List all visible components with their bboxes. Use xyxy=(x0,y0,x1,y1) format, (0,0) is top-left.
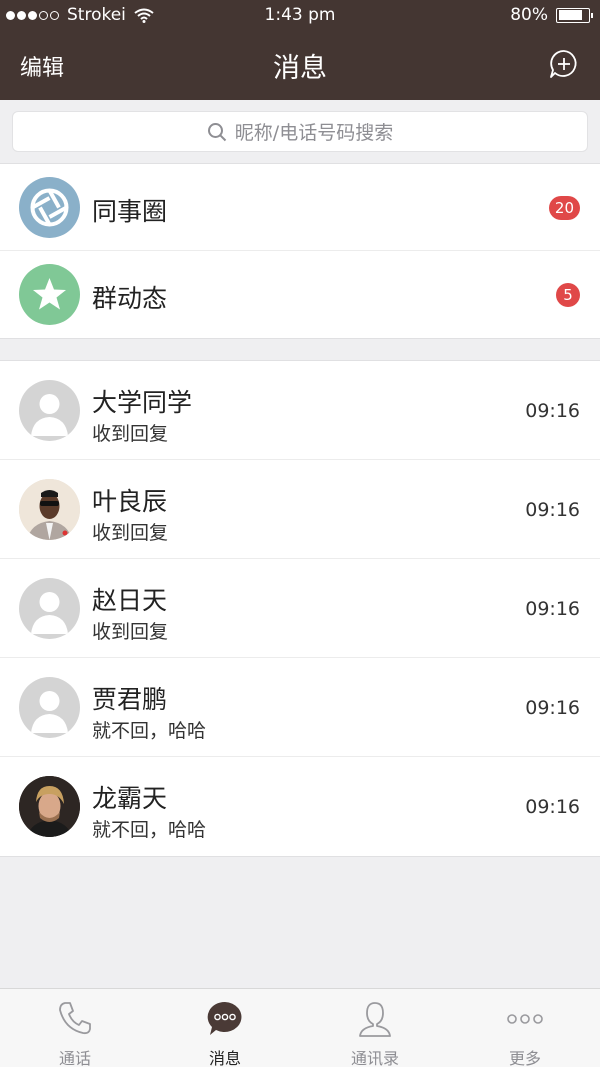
feeds-list: 同事圈 20 群动态 5 xyxy=(0,163,600,339)
unread-badge: 5 xyxy=(556,283,580,307)
avatar xyxy=(19,578,80,639)
unread-badge: 20 xyxy=(548,196,580,220)
message-preview: 收到回复 xyxy=(92,522,169,544)
search-input[interactable]: 昵称/电话号码搜索 xyxy=(12,111,588,152)
contacts-icon xyxy=(359,1002,391,1037)
message-preview: 收到回复 xyxy=(92,621,169,643)
feed-label: 同事圈 xyxy=(92,197,168,226)
message-preview: 就不回，哈哈 xyxy=(92,720,207,742)
list-item-conversation[interactable]: 大学同学 收到回复 09:16 xyxy=(0,361,600,460)
contact-name: 大学同学 xyxy=(92,388,193,417)
battery-percent: 80% xyxy=(510,5,548,25)
message-list: 大学同学 收到回复 09:16 叶良辰 收到回复 09:16 赵日天 收到回复 … xyxy=(0,360,600,857)
tab-messages[interactable]: 消息 xyxy=(150,989,300,1067)
list-item-conversation[interactable]: 赵日天 收到回复 09:16 xyxy=(0,559,600,658)
message-time: 09:16 xyxy=(525,796,580,818)
battery-icon xyxy=(556,7,593,23)
header-bar: Strokei 1:43 pm 80% 编辑 消息 xyxy=(0,0,600,100)
contact-name: 贾君鹏 xyxy=(92,685,168,714)
message-time: 09:16 xyxy=(525,697,580,719)
tab-label: 消息 xyxy=(208,1049,241,1067)
tab-label: 更多 xyxy=(508,1049,541,1067)
status-bar: Strokei 1:43 pm 80% xyxy=(0,0,600,32)
tab-label: 通话 xyxy=(58,1049,91,1067)
camera-shutter-icon xyxy=(19,177,80,238)
list-item-colleague-circle[interactable]: 同事圈 20 xyxy=(0,164,600,251)
list-item-conversation[interactable]: 叶良辰 收到回复 09:16 xyxy=(0,460,600,559)
new-message-icon[interactable] xyxy=(548,48,580,80)
contact-name: 叶良辰 xyxy=(92,487,168,516)
search-icon xyxy=(207,122,227,141)
message-preview: 就不回，哈哈 xyxy=(92,819,207,841)
star-icon xyxy=(19,264,80,325)
message-preview: 收到回复 xyxy=(92,423,169,445)
contact-name: 龙霸天 xyxy=(92,784,168,813)
tab-label: 通讯录 xyxy=(350,1049,399,1067)
more-icon xyxy=(507,1014,543,1024)
contact-name: 赵日天 xyxy=(92,586,168,615)
list-item-group-activity[interactable]: 群动态 5 xyxy=(0,251,600,338)
avatar xyxy=(19,677,80,738)
tab-contacts[interactable]: 通讯录 xyxy=(300,989,450,1067)
tab-more[interactable]: 更多 xyxy=(450,989,600,1067)
search-placeholder: 昵称/电话号码搜索 xyxy=(234,122,394,144)
list-item-conversation[interactable]: 龙霸天 就不回，哈哈 09:16 xyxy=(0,757,600,856)
tab-bar: 通话 消息 通讯录 更多 xyxy=(0,988,600,1067)
avatar xyxy=(19,479,80,540)
avatar xyxy=(19,380,80,441)
message-time: 09:16 xyxy=(525,400,580,422)
message-time: 09:16 xyxy=(525,499,580,521)
feed-label: 群动态 xyxy=(92,284,168,313)
phone-icon xyxy=(59,1002,91,1035)
search-area: 昵称/电话号码搜索 xyxy=(0,100,600,164)
list-item-conversation[interactable]: 贾君鹏 就不回，哈哈 09:16 xyxy=(0,658,600,757)
avatar xyxy=(19,776,80,837)
tab-calls[interactable]: 通话 xyxy=(0,989,150,1067)
page-title: 消息 xyxy=(273,53,327,84)
chat-bubble-icon xyxy=(207,1001,242,1035)
message-time: 09:16 xyxy=(525,598,580,620)
